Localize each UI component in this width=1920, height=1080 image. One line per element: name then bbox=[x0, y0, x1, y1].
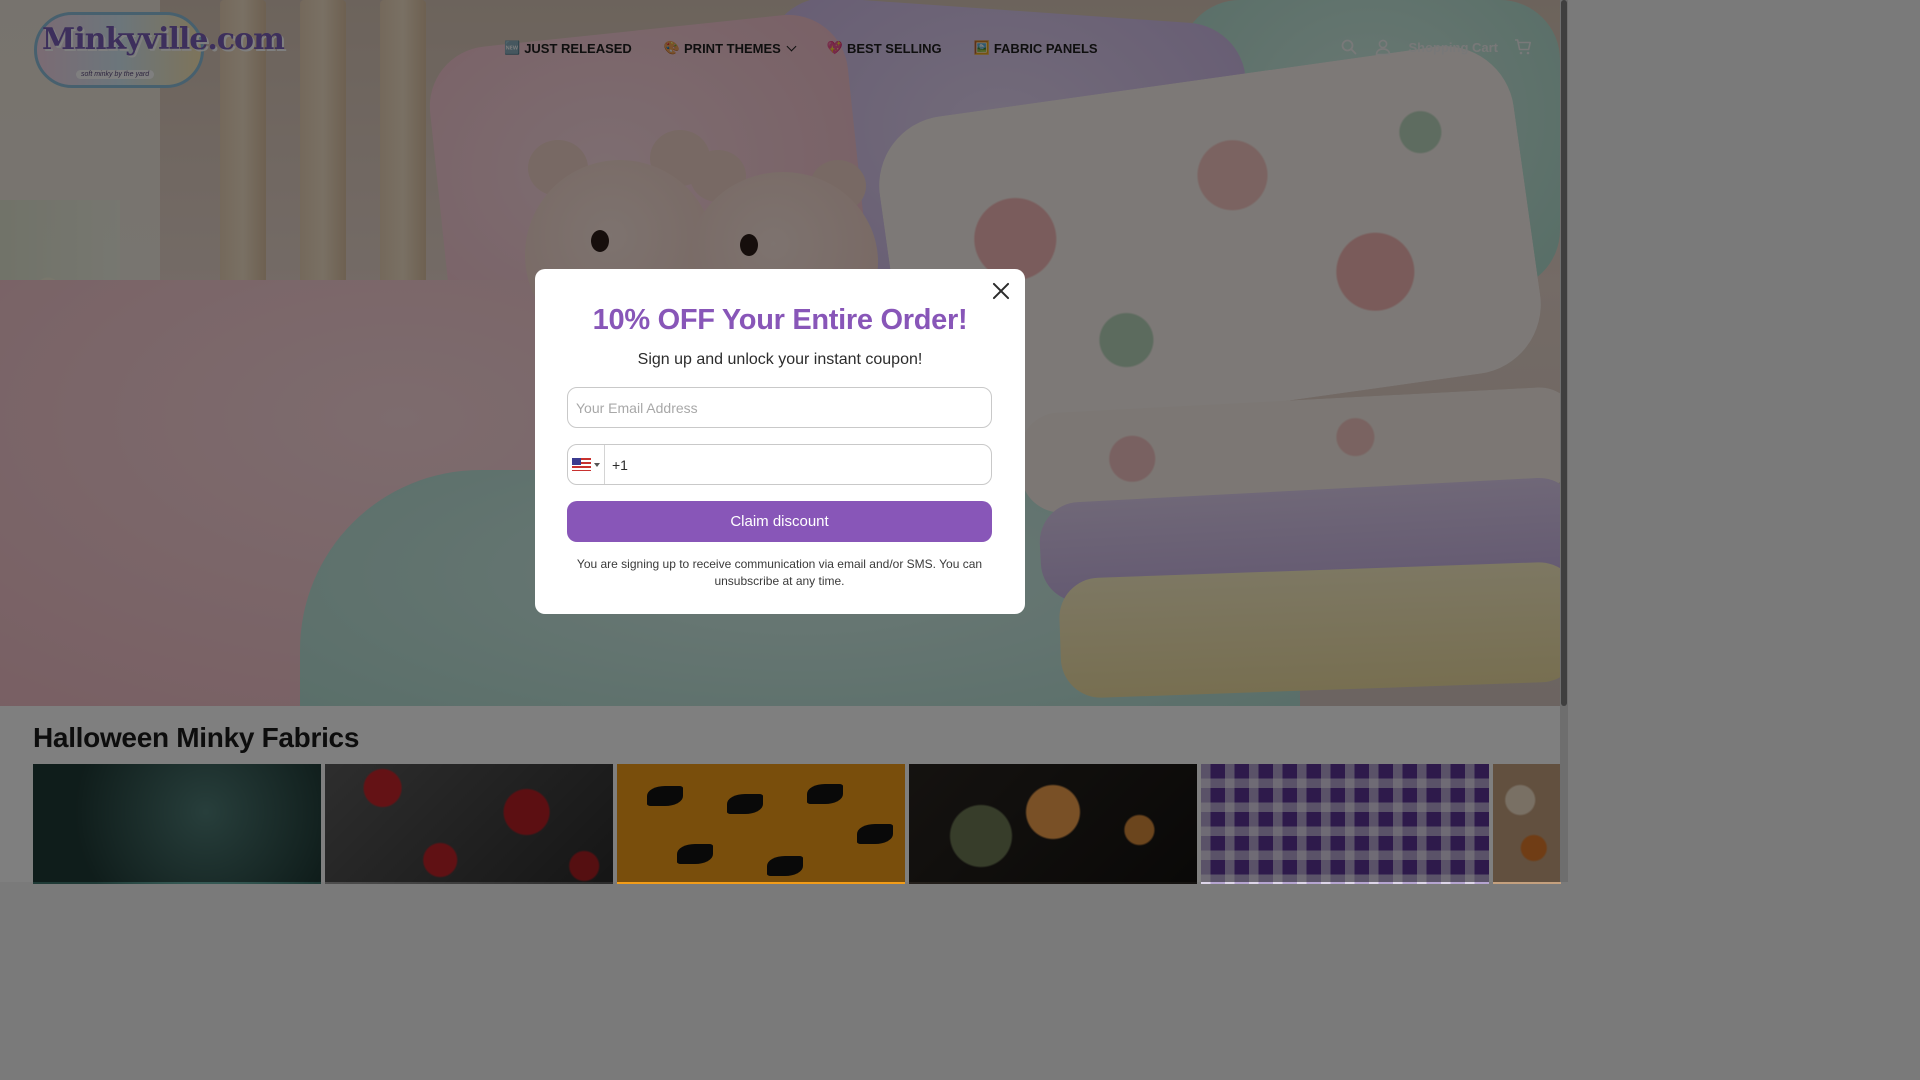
claim-discount-button[interactable]: Claim discount bbox=[567, 501, 992, 542]
email-field[interactable] bbox=[567, 387, 992, 428]
page-scrollbar[interactable] bbox=[1560, 0, 1568, 882]
phone-input[interactable] bbox=[605, 445, 991, 484]
phone-field bbox=[567, 444, 992, 485]
discount-popup: 10% OFF Your Entire Order! Sign up and u… bbox=[535, 269, 1025, 614]
country-code-select[interactable] bbox=[568, 445, 605, 484]
us-flag-icon bbox=[572, 458, 591, 471]
scrollbar-thumb[interactable] bbox=[1561, 0, 1567, 706]
popup-subtitle: Sign up and unlock your instant coupon! bbox=[637, 351, 923, 368]
popup-title: 10% OFF Your Entire Order! bbox=[592, 304, 968, 336]
close-icon[interactable] bbox=[989, 279, 1013, 303]
popup-disclaimer: You are signing up to receive communicat… bbox=[576, 557, 983, 588]
flag-canton bbox=[572, 458, 581, 465]
caret-down-icon bbox=[594, 462, 600, 467]
